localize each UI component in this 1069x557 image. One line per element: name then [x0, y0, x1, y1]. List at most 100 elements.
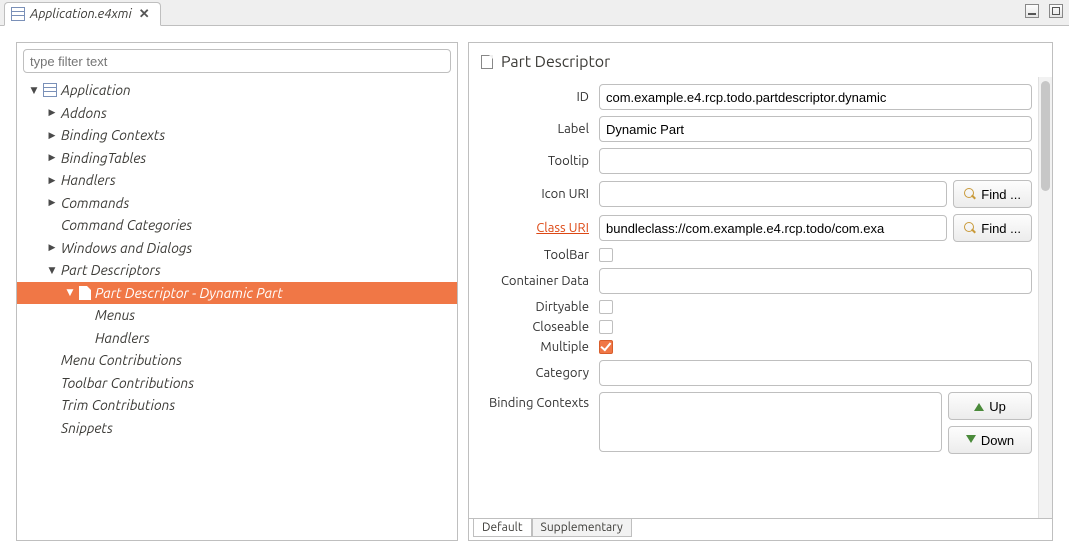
- tree-label: Handlers: [61, 172, 116, 188]
- tree-item-binding-contexts[interactable]: ▶ Binding Contexts: [17, 124, 457, 147]
- label-id: ID: [469, 90, 599, 104]
- label-dirtyable: Dirtyable: [469, 300, 599, 314]
- maximize-button[interactable]: [1049, 4, 1063, 18]
- search-icon: [964, 222, 976, 234]
- detail-form: ID Label Tooltip Icon URI: [469, 77, 1038, 540]
- editor-tabbar: Application.e4xmi ✕: [0, 0, 1069, 26]
- expand-icon: ▶: [47, 175, 57, 185]
- label-iconuri: Icon URI: [469, 187, 599, 201]
- form-scroll-wrap: ID Label Tooltip Icon URI: [469, 77, 1052, 540]
- closeable-checkbox[interactable]: [599, 320, 613, 334]
- bindingcontexts-list[interactable]: [599, 392, 942, 452]
- row-bindingcontexts: Binding Contexts Up Down: [469, 389, 1032, 457]
- tree-item-trim-contributions[interactable]: ▶ Trim Contributions: [17, 394, 457, 417]
- row-tooltip: Tooltip: [469, 145, 1032, 177]
- minimize-button[interactable]: [1025, 4, 1039, 18]
- tree-item-command-categories[interactable]: ▶ Command Categories: [17, 214, 457, 237]
- tree-item-menu-contributions[interactable]: ▶ Menu Contributions: [17, 349, 457, 372]
- row-label: Label: [469, 113, 1032, 145]
- category-field[interactable]: [599, 360, 1032, 386]
- expand-icon: ▼: [29, 85, 39, 95]
- detail-header: Part Descriptor: [469, 43, 1052, 77]
- view-window-controls: [1025, 4, 1063, 18]
- classuri-field[interactable]: [599, 215, 947, 241]
- multiple-checkbox[interactable]: [599, 340, 613, 354]
- vertical-scrollbar[interactable]: [1038, 77, 1052, 518]
- detail-title: Part Descriptor: [501, 53, 610, 71]
- row-containerdata: Container Data: [469, 265, 1032, 297]
- label-bindingcontexts: Binding Contexts: [469, 392, 599, 410]
- tree-item-addons[interactable]: ▶ Addons: [17, 102, 457, 125]
- containerdata-field[interactable]: [599, 268, 1032, 294]
- row-multiple: Multiple: [469, 337, 1032, 357]
- find-iconuri-button[interactable]: Find ...: [953, 180, 1032, 208]
- arrow-up-icon: [974, 401, 984, 411]
- tree-item-binding-tables[interactable]: ▶ BindingTables: [17, 147, 457, 170]
- model-tree[interactable]: ▼ Application ▶ Addons ▶ Binding Context…: [17, 77, 457, 540]
- scrollbar-thumb[interactable]: [1041, 81, 1050, 191]
- tree-item-toolbar-contributions[interactable]: ▶ Toolbar Contributions: [17, 372, 457, 395]
- tree-label: Addons: [61, 105, 107, 121]
- label-label: Label: [469, 122, 599, 136]
- label-containerdata: Container Data: [469, 274, 599, 288]
- label-classuri[interactable]: Class URI: [469, 221, 599, 235]
- expand-icon: ▶: [47, 198, 57, 208]
- iconuri-field[interactable]: [599, 181, 947, 207]
- tree-label: Command Categories: [61, 217, 192, 233]
- tree-label: Handlers: [95, 330, 150, 346]
- e4xmi-file-icon: [11, 7, 25, 21]
- tree-item-snippets[interactable]: ▶ Snippets: [17, 417, 457, 440]
- button-label: Up: [989, 399, 1006, 414]
- label-field[interactable]: [599, 116, 1032, 142]
- tree-label: BindingTables: [61, 150, 146, 166]
- tooltip-field[interactable]: [599, 148, 1032, 174]
- tree-label: Windows and Dialogs: [61, 240, 192, 256]
- application-icon: [43, 83, 57, 97]
- expand-icon: ▶: [47, 130, 57, 140]
- detail-bottom-tabs: Default Supplementary: [469, 518, 1052, 540]
- tree-item-application[interactable]: ▼ Application: [17, 79, 457, 102]
- tree-item-part-descriptor[interactable]: ▼ Part Descriptor - Dynamic Part: [17, 282, 457, 305]
- model-tree-panel: ▼ Application ▶ Addons ▶ Binding Context…: [16, 42, 458, 541]
- tab-supplementary[interactable]: Supplementary: [532, 519, 632, 537]
- tree-item-pd-handlers[interactable]: ▶ Handlers: [17, 327, 457, 350]
- row-iconuri: Icon URI Find ...: [469, 177, 1032, 211]
- filter-wrap: [17, 43, 457, 77]
- tree-item-windows-dialogs[interactable]: ▶ Windows and Dialogs: [17, 237, 457, 260]
- button-label: Down: [981, 433, 1014, 448]
- close-icon[interactable]: ✕: [137, 6, 152, 22]
- button-label: Find ...: [981, 187, 1021, 202]
- label-toolbar: ToolBar: [469, 248, 599, 262]
- expand-icon: ▶: [47, 243, 57, 253]
- row-closeable: Closeable: [469, 317, 1032, 337]
- tree-label: Menu Contributions: [61, 352, 182, 368]
- dirtyable-checkbox[interactable]: [599, 300, 613, 314]
- editor-tab[interactable]: Application.e4xmi ✕: [4, 2, 161, 26]
- tree-label: Snippets: [61, 420, 113, 436]
- up-button[interactable]: Up: [948, 392, 1032, 420]
- expand-icon: ▶: [47, 153, 57, 163]
- find-classuri-button[interactable]: Find ...: [953, 214, 1032, 242]
- tree-item-part-descriptors[interactable]: ▼ Part Descriptors: [17, 259, 457, 282]
- part-descriptor-icon: [79, 286, 91, 300]
- id-field[interactable]: [599, 84, 1032, 110]
- editor-body: ▼ Application ▶ Addons ▶ Binding Context…: [0, 26, 1069, 557]
- expand-icon: ▼: [65, 288, 75, 298]
- tree-label: Part Descriptors: [61, 262, 161, 278]
- tree-item-handlers[interactable]: ▶ Handlers: [17, 169, 457, 192]
- tree-label: Binding Contexts: [61, 127, 165, 143]
- tree-label: Part Descriptor - Dynamic Part: [95, 285, 283, 301]
- toolbar-checkbox[interactable]: [599, 248, 613, 262]
- tree-item-commands[interactable]: ▶ Commands: [17, 192, 457, 215]
- expand-icon: ▼: [47, 265, 57, 275]
- row-id: ID: [469, 81, 1032, 113]
- tree-filter-input[interactable]: [23, 49, 451, 73]
- tree-item-pd-menus[interactable]: ▶ Menus: [17, 304, 457, 327]
- tab-default[interactable]: Default: [473, 519, 532, 537]
- tree-label: Application: [61, 82, 131, 98]
- label-multiple: Multiple: [469, 340, 599, 354]
- expand-icon: ▶: [47, 108, 57, 118]
- reorder-buttons: Up Down: [948, 392, 1032, 454]
- label-closeable: Closeable: [469, 320, 599, 334]
- down-button[interactable]: Down: [948, 426, 1032, 454]
